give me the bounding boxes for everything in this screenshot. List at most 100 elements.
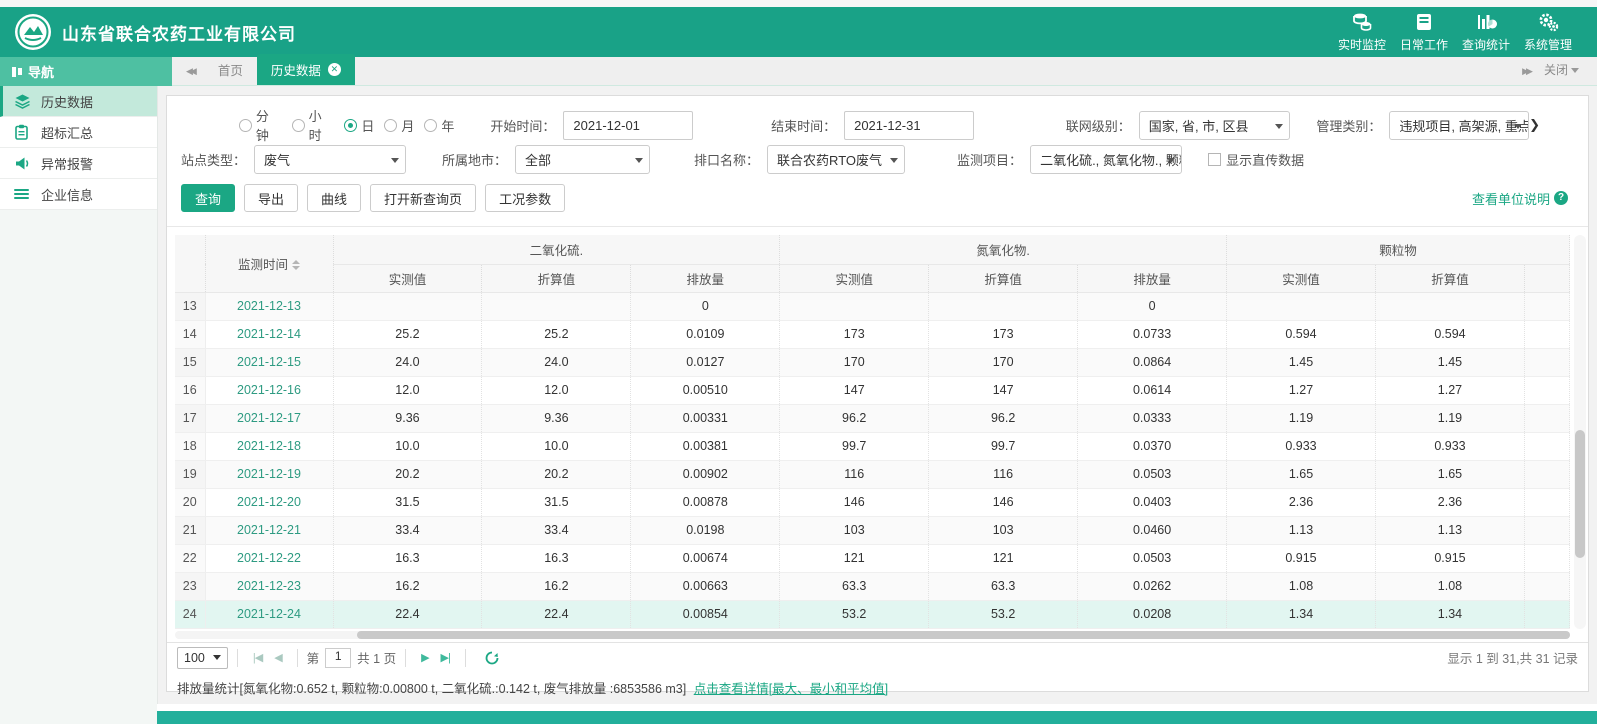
curve-button[interactable]: 曲线 bbox=[307, 184, 362, 212]
sidebar-item[interactable]: 超标汇总 bbox=[0, 117, 157, 148]
radio-label: 年 bbox=[441, 118, 455, 134]
table-row[interactable]: 16 2021-12-16 12.0 12.0 0.00510 147 147 0.0614 1… bbox=[175, 376, 1570, 405]
monitor-items-select[interactable]: 二氧化硫., 氮氧化物., 颗粒 bbox=[1030, 144, 1183, 174]
value-cell: 146 bbox=[928, 488, 1079, 517]
company-logo bbox=[14, 13, 52, 51]
period-radio[interactable]: 月 bbox=[384, 116, 414, 135]
page-title: 山东省联合农药工业有限公司 bbox=[62, 24, 296, 44]
top-menu: 实时监控 日常工作 查询统计 系统管理 bbox=[1331, 11, 1579, 53]
table-row[interactable]: 21 2021-12-21 33.4 33.4 0.0198 103 103 0.0460 1.… bbox=[175, 516, 1570, 545]
stats-detail-link[interactable]: 点击查看详情[最大、最小和平均值] bbox=[694, 682, 888, 696]
query-button[interactable]: 查询 bbox=[181, 184, 236, 212]
value-cell: 146 bbox=[779, 488, 930, 517]
direct-upload-checkbox[interactable]: 显示直传数据 bbox=[1208, 150, 1304, 169]
value-cell: 0.594 bbox=[1226, 320, 1376, 349]
close-tabs-menu[interactable]: 关闭 bbox=[1538, 61, 1597, 85]
date-cell: 2021-12-13 bbox=[205, 292, 334, 321]
table-row[interactable]: 22 2021-12-22 16.3 16.3 0.00674 121 121 0.0503 0… bbox=[175, 544, 1570, 573]
bar-chart-icon bbox=[1475, 11, 1497, 33]
horizontal-scrollbar[interactable] bbox=[175, 630, 1570, 639]
value-cell: 0.0208 bbox=[1077, 600, 1228, 629]
table-row[interactable]: 13 2021-12-13 0 0 bbox=[175, 292, 1570, 321]
period-radio[interactable]: 分钟 bbox=[239, 106, 282, 144]
tab-history-data[interactable]: 历史数据 ✕ bbox=[256, 54, 355, 85]
chevron-down-icon bbox=[391, 157, 400, 163]
last-page-button[interactable]: ▶| bbox=[441, 651, 451, 664]
value-cell: 9.36 bbox=[333, 404, 483, 433]
value-cell: 1.19 bbox=[1226, 404, 1376, 433]
value-cell: 0.00510 bbox=[630, 376, 781, 405]
tabs-scroll-left-icon[interactable]: ◀◀ bbox=[172, 66, 204, 85]
first-page-button[interactable]: |◀ bbox=[253, 651, 263, 664]
top-menu-item-3[interactable]: 查询统计 bbox=[1455, 11, 1517, 53]
end-time-label: 结束时间： bbox=[771, 118, 837, 134]
sidebar-item[interactable]: 历史数据 bbox=[0, 86, 157, 117]
value-cell: 1.45 bbox=[1375, 348, 1525, 377]
sidebar-item-label: 企业信息 bbox=[41, 187, 94, 203]
value-cell: 1.27 bbox=[1375, 376, 1525, 405]
value-cell: 0.0503 bbox=[1077, 544, 1228, 573]
open-new-query-button[interactable]: 打开新查询页 bbox=[370, 184, 477, 212]
top-menu-item-2[interactable]: 日常工作 bbox=[1393, 11, 1455, 53]
export-button[interactable]: 导出 bbox=[244, 184, 299, 212]
period-radio[interactable]: 小时 bbox=[291, 106, 335, 144]
condition-params-button[interactable]: 工况参数 bbox=[485, 184, 566, 212]
end-time-input[interactable]: 2021-12-31 bbox=[844, 110, 974, 140]
tab-home[interactable]: 首页 bbox=[204, 54, 257, 85]
next-page-button[interactable]: ▶ bbox=[421, 651, 430, 664]
value-cell bbox=[779, 292, 930, 321]
manage-type-select[interactable]: 违规项目, 高架源, 重点排 bbox=[1389, 110, 1530, 140]
value-cell: 22.4 bbox=[481, 600, 632, 629]
page-prefix: 第 bbox=[306, 652, 320, 666]
station-type-select[interactable]: 废气 bbox=[254, 144, 407, 174]
pagination-bar: 100 |◀ ◀ 第 1 共 1 页 ▶ ▶| 显示 1 到 31,共 31 记… bbox=[167, 641, 1588, 673]
table-row[interactable]: 19 2021-12-19 20.2 20.2 0.00902 116 116 0.0503 1… bbox=[175, 460, 1570, 489]
refresh-icon[interactable] bbox=[485, 651, 499, 665]
sidebar-item-label: 超标汇总 bbox=[41, 125, 94, 141]
value-cell: 1.08 bbox=[1226, 572, 1376, 601]
row-number-cell: 23 bbox=[175, 572, 206, 601]
page-size-select[interactable]: 100 bbox=[177, 646, 228, 669]
vertical-scrollbar[interactable] bbox=[1574, 235, 1586, 629]
unit-help-link[interactable]: 查看单位说明 ? bbox=[1472, 189, 1568, 208]
station-type-label: 站点类型： bbox=[181, 152, 247, 168]
value-cell: 10.0 bbox=[481, 432, 632, 461]
table-row[interactable]: 24 2021-12-24 22.4 22.4 0.00854 53.2 53.2 0.020… bbox=[175, 600, 1570, 629]
tab-close-icon[interactable]: ✕ bbox=[327, 63, 341, 76]
value-cell: 0.0370 bbox=[1077, 432, 1228, 461]
top-menu-item-1[interactable]: 实时监控 bbox=[1331, 11, 1393, 53]
prev-page-button[interactable]: ◀ bbox=[274, 651, 283, 664]
top-menu-item-4[interactable]: 系统管理 bbox=[1517, 11, 1579, 53]
period-radio-group: 分钟 小时 日 月 年 bbox=[239, 106, 464, 144]
table-row[interactable]: 23 2021-12-23 16.2 16.2 0.00663 63.3 63.3 0.026… bbox=[175, 572, 1570, 601]
vertical-scrollbar-thumb[interactable] bbox=[1575, 430, 1585, 558]
outlet-select[interactable]: 联合农药RTO废气 bbox=[767, 144, 906, 174]
horizontal-scrollbar-thumb[interactable] bbox=[357, 630, 1570, 639]
period-radio[interactable]: 日 bbox=[344, 116, 374, 135]
value-cell: 147 bbox=[928, 376, 1079, 405]
sub-column-header: 折算值 bbox=[481, 264, 632, 293]
period-radio[interactable]: 年 bbox=[424, 116, 454, 135]
network-level-select[interactable]: 国家, 省, 市, 区县 bbox=[1138, 110, 1291, 140]
collapse-filters-icon[interactable]: ❯ bbox=[1529, 117, 1540, 133]
value-cell: 0.00878 bbox=[630, 488, 781, 517]
city-select[interactable]: 全部 bbox=[515, 144, 651, 174]
start-time-input[interactable]: 2021-12-01 bbox=[563, 110, 694, 140]
help-icon: ? bbox=[1554, 191, 1568, 205]
value-cell: 9.36 bbox=[481, 404, 632, 433]
nav-icon bbox=[12, 66, 16, 77]
value-cell: 53.2 bbox=[928, 600, 1079, 629]
page-number-input[interactable]: 1 bbox=[325, 647, 352, 668]
table-row[interactable]: 18 2021-12-18 10.0 10.0 0.00381 99.7 99.7 0.037… bbox=[175, 432, 1570, 461]
table-row[interactable]: 20 2021-12-20 31.5 31.5 0.00878 146 146 0.0403 2… bbox=[175, 488, 1570, 517]
time-column-header[interactable]: 监测时间 bbox=[205, 235, 334, 293]
table-row[interactable]: 17 2021-12-17 9.36 9.36 0.00331 96.2 96.2 0.033… bbox=[175, 404, 1570, 433]
table-row[interactable]: 14 2021-12-14 25.2 25.2 0.0109 173 173 0.0733 0.… bbox=[175, 320, 1570, 349]
sidebar-item[interactable]: 异常报警 bbox=[0, 148, 157, 179]
sidebar-item[interactable]: 企业信息 bbox=[0, 179, 157, 210]
value-cell: 116 bbox=[779, 460, 930, 489]
date-cell: 2021-12-15 bbox=[205, 348, 334, 377]
emission-stats: 排放量统计[氮氧化物:0.652 t, 颗粒物:0.00800 t, 二氧化硫.… bbox=[177, 681, 889, 696]
tabs-scroll-right-icon[interactable]: ▶▶ bbox=[1514, 66, 1538, 85]
table-row[interactable]: 15 2021-12-15 24.0 24.0 0.0127 170 170 0.0864 1.… bbox=[175, 348, 1570, 377]
